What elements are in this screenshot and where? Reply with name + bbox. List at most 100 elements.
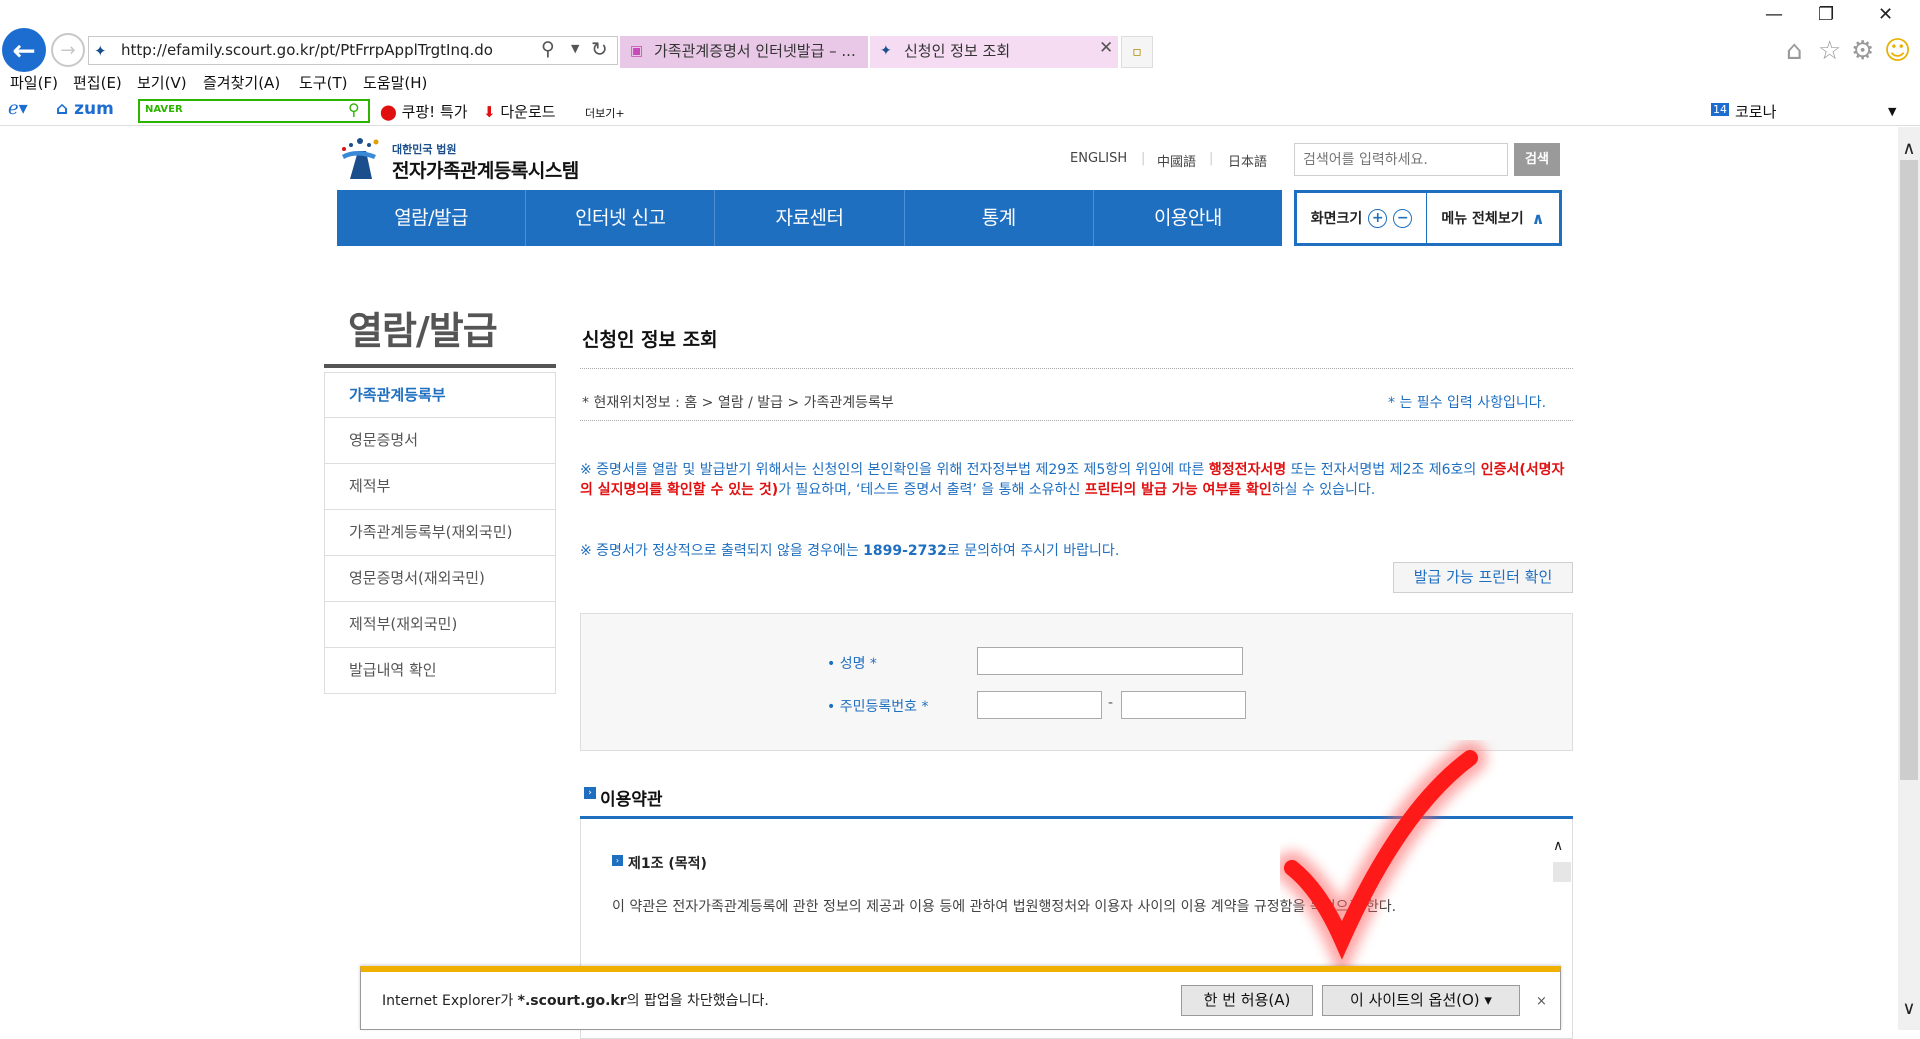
notice-highlight: 행정전자서명 <box>1208 462 1287 478</box>
zoom-in-icon[interactable]: + <box>1368 208 1388 228</box>
ie-logo-icon[interactable]: ℯ▾ <box>8 98 28 119</box>
lang-chinese[interactable]: 中國語 <box>1157 151 1196 170</box>
page-scrollbar-thumb[interactable] <box>1900 160 1918 780</box>
tab-favicon-icon: ✦ <box>880 43 892 59</box>
download-icon: ⬇ <box>483 103 496 121</box>
settings-gear-icon[interactable]: ⚙ <box>1851 36 1874 66</box>
lang-english[interactable]: ENGLISH <box>1070 151 1127 166</box>
zum-label: zum <box>74 99 114 119</box>
menu-view[interactable]: 보기(V) <box>137 72 187 93</box>
sidebar-item-family-register-overseas[interactable]: 가족관계등록부(재외국민) <box>324 510 556 556</box>
rrn-label: • 주민등록번호 * <box>827 699 929 715</box>
menu-favorites[interactable]: 즐겨찾기(A) <box>203 72 280 93</box>
site-options-button[interactable]: 이 사이트의 옵션(O) ▾ <box>1322 985 1520 1016</box>
menu-all-button[interactable]: 메뉴 전체보기 ∧ <box>1427 193 1559 243</box>
menu-all-label: 메뉴 전체보기 <box>1441 211 1524 227</box>
tab-label: 신청인 정보 조회 <box>904 42 1011 60</box>
minimize-icon[interactable]: — <box>1765 4 1783 25</box>
gnb-usage-guide[interactable]: 이용안내 <box>1094 190 1282 246</box>
red-checkmark-icon <box>1280 741 1487 980</box>
menu-file[interactable]: 파일(F) <box>10 72 58 93</box>
scroll-down-icon[interactable]: ∨ <box>1898 998 1920 1019</box>
terms-scrollbar-thumb[interactable] <box>1553 862 1571 882</box>
notification-text-part: 의 팝업을 차단했습니다. <box>626 993 769 1009</box>
close-window-icon[interactable]: ✕ <box>1878 4 1893 25</box>
new-tab-button[interactable]: ▫ <box>1121 36 1153 68</box>
gnb-internet-report[interactable]: 인터넷 신고 <box>526 190 716 246</box>
required-note: * 는 필수 입력 사항입니다. <box>1388 395 1547 411</box>
home-icon: ⌂ <box>56 99 69 119</box>
back-button[interactable]: ← <box>2 28 46 72</box>
notice-text: 또는 전자서명법 제2조 제6호의 <box>1286 462 1481 478</box>
site-search-button[interactable]: 검색 <box>1514 143 1560 176</box>
logo-title[interactable]: 전자가족관계등록시스템 <box>392 156 579 183</box>
favorites-star-icon[interactable]: ☆ <box>1818 36 1841 66</box>
gnb-statistics[interactable]: 통계 <box>905 190 1094 246</box>
more-link[interactable]: 더보기+ <box>585 105 625 121</box>
coupang-icon: ⬤ <box>380 103 397 121</box>
address-bar[interactable]: http://efamily.scourt.go.kr/pt/PtFrrpApp… <box>88 36 618 65</box>
naver-label: NAVER <box>145 104 183 115</box>
search-icon[interactable]: ⚲ <box>541 38 555 60</box>
zum-link[interactable]: ⌂ zum <box>56 99 114 119</box>
chevron-down-icon[interactable]: ▼ <box>1888 105 1896 118</box>
sidebar-item-english-cert[interactable]: 영문증명서 <box>324 418 556 464</box>
lang-divider: | <box>1141 151 1146 166</box>
sidebar-item-removal-register-overseas[interactable]: 제적부(재외국민) <box>324 602 556 648</box>
rrn-second-input[interactable] <box>1121 691 1246 719</box>
search-icon[interactable]: ⚲ <box>348 100 360 119</box>
notice-text: ※ 증명서를 열람 및 발급받기 위해서는 신청인의 본인확인을 위해 전자정부… <box>580 462 1209 478</box>
notice-certificate: ※ 증명서를 열람 및 발급받기 위해서는 신청인의 본인확인을 위해 전자정부… <box>580 460 1570 500</box>
home-icon[interactable]: ⌂ <box>1786 36 1803 66</box>
notice-text: 가 필요하며, ‘테스트 증명서 출력’ 을 통해 소유하신 <box>778 482 1085 498</box>
notice-text: ※ 증명서가 정상적으로 출력되지 않을 경우에는 <box>580 543 864 559</box>
menu-edit[interactable]: 편집(E) <box>73 72 122 93</box>
refresh-icon[interactable]: ↻ <box>591 37 608 61</box>
contact-phone: 1899-2732 <box>863 543 947 559</box>
chevron-down-icon[interactable]: ▼ <box>571 42 579 55</box>
lang-japanese[interactable]: 日本語 <box>1228 151 1267 170</box>
corona-link[interactable]: 코로나 <box>1735 101 1776 122</box>
forward-button[interactable]: → <box>51 33 85 67</box>
notification-close-icon[interactable]: × <box>1536 994 1547 1009</box>
sidebar-divider <box>324 364 556 368</box>
terms-article-title: 제1조 (목적) <box>628 856 707 872</box>
notice-highlight: 프린터의 발급 가능 여부를 확인 <box>1084 482 1272 498</box>
restore-icon[interactable]: ❐ <box>1818 4 1834 25</box>
notice-text: 로 문의하여 주시기 바랍니다. <box>946 543 1120 559</box>
notification-text-part: Internet Explorer가 <box>382 993 518 1009</box>
site-favicon-icon: ✦ <box>94 42 107 60</box>
tab-close-icon[interactable]: ✕ <box>1099 38 1113 58</box>
feedback-smiley-icon[interactable]: ☺ <box>1884 36 1911 66</box>
terms-scroll-up-icon[interactable]: ∧ <box>1553 838 1563 854</box>
sidebar-item-family-register[interactable]: 가족관계등록부 <box>324 372 556 418</box>
sidebar-item-english-cert-overseas[interactable]: 영문증명서(재외국민) <box>324 556 556 602</box>
zoom-out-icon[interactable]: − <box>1393 208 1413 228</box>
tab-favicon-icon: ▣ <box>630 43 644 59</box>
breadcrumb: * 현재위치정보 : 홈 > 열람 / 발급 > 가족관계등록부 <box>582 395 894 411</box>
zoom-control: 화면크기 + − <box>1297 193 1427 243</box>
notice-contact: ※ 증명서가 정상적으로 출력되지 않을 경우에는 1899-2732로 문의하… <box>580 540 1570 560</box>
tab-certificate[interactable]: ▣ 가족관계증명서 인터넷발급 – ... <box>620 36 868 68</box>
download-link[interactable]: ⬇ 다운로드 <box>483 101 556 122</box>
menu-help[interactable]: 도움말(H) <box>363 72 427 93</box>
gnb-view-issue[interactable]: 열람/발급 <box>337 190 527 246</box>
arrow-right-icon: › <box>612 855 623 866</box>
sidebar-item-removal-register[interactable]: 제적부 <box>324 464 556 510</box>
tab-label: 가족관계증명서 인터넷발급 – ... <box>654 42 856 60</box>
allow-once-button[interactable]: 한 번 허용(A) <box>1181 985 1313 1016</box>
scroll-up-icon[interactable]: ∧ <box>1898 138 1920 159</box>
name-input[interactable] <box>977 647 1243 675</box>
breadcrumb-divider <box>580 420 1573 421</box>
utility-box: 화면크기 + − 메뉴 전체보기 ∧ <box>1294 190 1562 246</box>
menu-tools[interactable]: 도구(T) <box>299 72 347 93</box>
rrn-first-input[interactable] <box>977 691 1102 719</box>
gnb-resource-center[interactable]: 자료센터 <box>715 190 905 246</box>
tab-applicant-info[interactable]: ✦ 신청인 정보 조회 <box>870 36 1118 68</box>
sidebar-item-issue-history[interactable]: 발급내역 확인 <box>324 648 556 694</box>
coupang-label: 쿠팡! 특가 <box>401 103 468 121</box>
site-search-input[interactable] <box>1294 143 1508 176</box>
terms-title: 이용약관 <box>600 790 663 810</box>
coupang-link[interactable]: ⬤ 쿠팡! 특가 <box>380 101 468 122</box>
printer-check-button[interactable]: 발급 가능 프린터 확인 <box>1393 562 1573 593</box>
